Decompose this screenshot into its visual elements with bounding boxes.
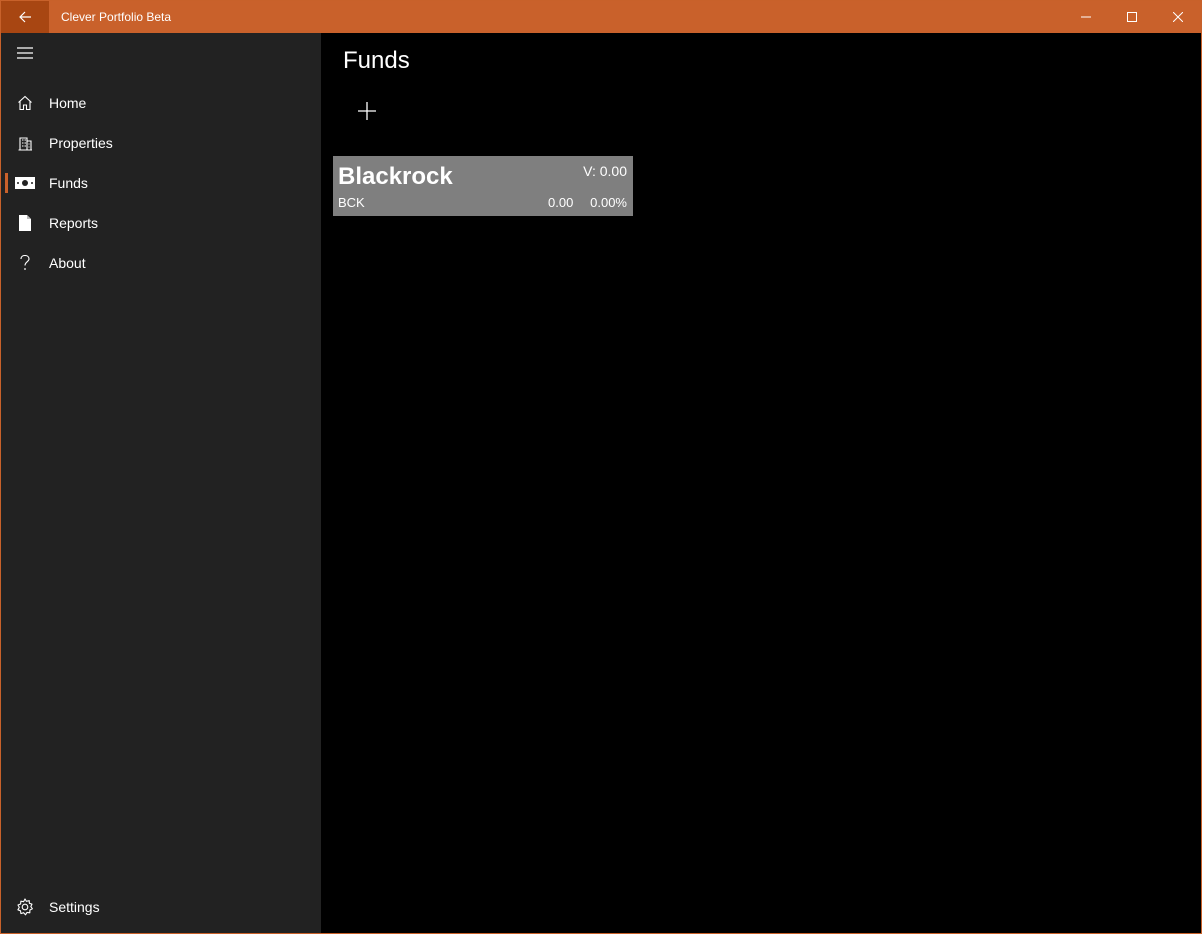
sidebar-item-label: Home xyxy=(49,95,87,111)
sidebar-item-label: Properties xyxy=(49,135,113,151)
fund-name: Blackrock xyxy=(338,163,453,190)
home-icon xyxy=(1,83,49,123)
add-fund-button[interactable] xyxy=(349,93,385,129)
sidebar-item-funds[interactable]: Funds xyxy=(1,163,321,203)
plus-icon xyxy=(358,102,376,120)
sidebar-item-reports[interactable]: Reports xyxy=(1,203,321,243)
main-content: Funds Blackrock V: 0.00 BCK 0.00 0.00% xyxy=(321,33,1201,933)
question-icon xyxy=(1,243,49,283)
sidebar-item-label: Funds xyxy=(49,175,88,191)
document-icon xyxy=(1,203,49,243)
fund-change: 0.00 xyxy=(548,195,574,210)
close-button[interactable] xyxy=(1155,1,1201,33)
page-title: Funds xyxy=(343,47,410,74)
arrow-left-icon xyxy=(19,11,31,23)
sidebar-item-properties[interactable]: Properties xyxy=(1,123,321,163)
fund-change-percent: 0.00% xyxy=(590,195,627,210)
hamburger-icon xyxy=(17,47,33,59)
close-icon xyxy=(1173,12,1183,22)
app-window: Clever Portfolio Beta Home Properties Fu… xyxy=(0,0,1202,934)
maximize-icon xyxy=(1127,12,1137,22)
minimize-icon xyxy=(1081,16,1091,18)
sidebar-item-label: Reports xyxy=(49,215,99,231)
sidebar-item-settings[interactable]: Settings xyxy=(1,887,321,927)
title-bar: Clever Portfolio Beta xyxy=(1,1,1201,33)
fund-tile[interactable]: Blackrock V: 0.00 BCK 0.00 0.00% xyxy=(333,156,633,216)
hamburger-button[interactable] xyxy=(1,33,49,73)
sidebar-item-label: About xyxy=(49,255,86,271)
gear-icon xyxy=(1,887,49,927)
app-title: Clever Portfolio Beta xyxy=(61,10,172,24)
sidebar-item-home[interactable]: Home xyxy=(1,83,321,123)
minimize-button[interactable] xyxy=(1063,1,1109,33)
fund-code: BCK xyxy=(338,195,365,210)
navigation-pane: Home Properties Funds Reports About Sett… xyxy=(1,33,321,933)
window-controls xyxy=(1063,1,1201,33)
maximize-button[interactable] xyxy=(1109,1,1155,33)
money-icon xyxy=(1,163,49,203)
sidebar-item-about[interactable]: About xyxy=(1,243,321,283)
selection-indicator xyxy=(5,173,8,193)
sidebar-item-label: Settings xyxy=(49,899,100,915)
fund-value: V: 0.00 xyxy=(583,163,627,179)
back-button[interactable] xyxy=(1,1,49,33)
building-icon xyxy=(1,123,49,163)
